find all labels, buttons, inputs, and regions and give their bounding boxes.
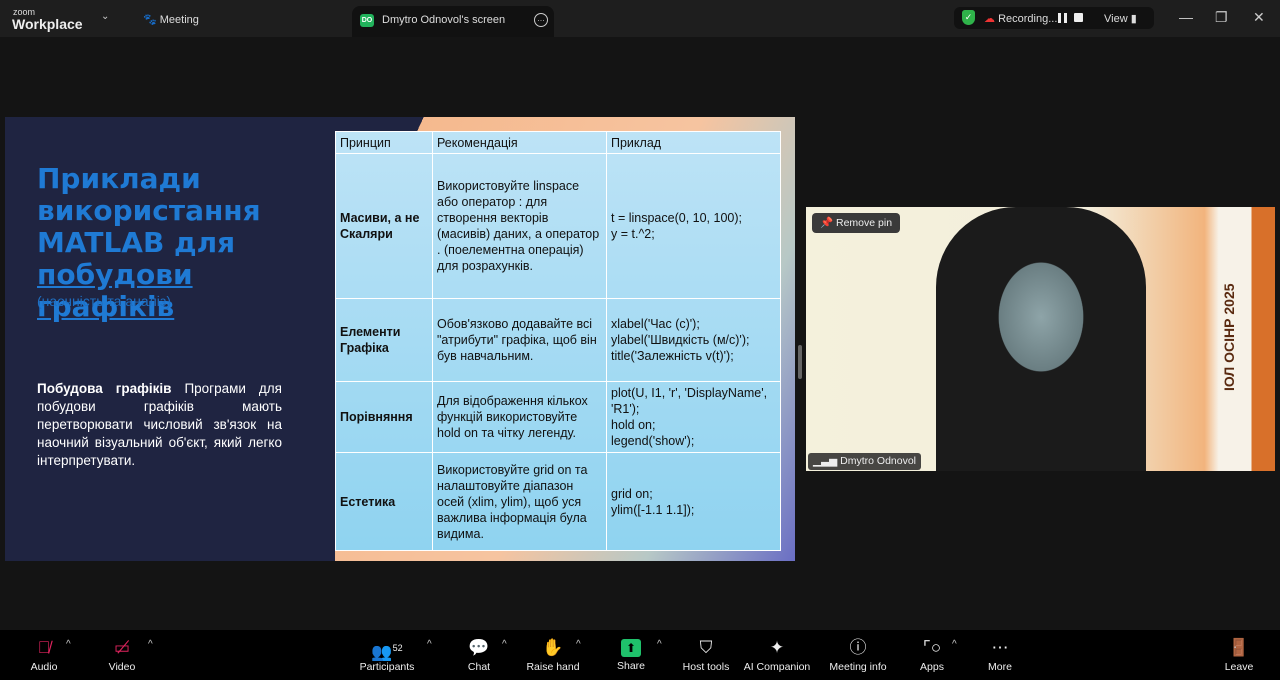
- video-button[interactable]: ▭̸ Video: [100, 630, 144, 680]
- zoom-logo-workplace: Workplace: [12, 16, 83, 32]
- more-dots-icon: ⋯: [991, 638, 1009, 657]
- recommendation-cell: Використовуйте grid on та налаштовуйте д…: [432, 452, 607, 551]
- raise-hand-button[interactable]: ✋ Raise hand: [524, 630, 582, 680]
- principle-cell: Масиви, а не Скаляри: [335, 153, 433, 299]
- meeting-label: Meeting: [159, 14, 199, 26]
- screen-share-tab[interactable]: DO Dmytro Odnovol's screen …: [352, 6, 554, 37]
- background-banner: ІОЛ ОСІНР 2025: [1221, 283, 1237, 391]
- table-row: Порівняння Для відображення кількох функ…: [335, 381, 781, 453]
- meeting-tab[interactable]: 🐾 Meeting: [143, 13, 199, 26]
- participants-options-caret[interactable]: ^: [427, 639, 432, 650]
- column-header: Приклад: [606, 131, 781, 154]
- apps-options-caret[interactable]: ^: [952, 639, 957, 650]
- more-button[interactable]: ⋯ More: [982, 630, 1018, 680]
- view-button[interactable]: View ▮: [1104, 12, 1137, 25]
- recording-label: ☁ Recording...: [984, 13, 1058, 25]
- info-icon: ⓘ: [849, 638, 867, 657]
- audio-button[interactable]: 🎙̸ Audio: [22, 630, 66, 680]
- apps-button[interactable]: ⌜○ Apps: [915, 630, 949, 680]
- close-button[interactable]: ✕: [1253, 9, 1265, 26]
- app-menu-chevron-down-icon[interactable]: ⌄: [101, 11, 109, 22]
- participants-icon: 👥52: [371, 642, 403, 662]
- apps-icon: ⌜○: [922, 638, 942, 657]
- maximize-button[interactable]: ❐: [1215, 9, 1228, 26]
- example-cell: plot(U, I1, 'r', 'DisplayName', 'R1'); hol…: [606, 381, 781, 453]
- example-cell: grid on; ylim([-1.1 1.1]);: [606, 452, 781, 551]
- meeting-info-button[interactable]: ⓘ Meeting info: [826, 630, 890, 680]
- raise-hand-options-caret[interactable]: ^: [576, 639, 581, 650]
- leave-button[interactable]: 🚪 Leave: [1222, 630, 1256, 680]
- principle-cell: Естетика: [335, 452, 433, 551]
- video-off-icon: ▭̸: [113, 638, 131, 657]
- slide-subtitle: (наочність та аналіз): [37, 293, 171, 309]
- recommendation-cell: Для відображення кількох функцій викорис…: [432, 381, 607, 453]
- minimize-button[interactable]: —: [1179, 9, 1193, 25]
- participant-video-tile[interactable]: ІОЛ ОСІНР 2025 📌 Remove pin ▁▃▅ Dmytro O…: [806, 207, 1275, 471]
- chat-options-caret[interactable]: ^: [502, 639, 507, 650]
- remove-pin-button[interactable]: 📌 Remove pin: [812, 213, 901, 233]
- ai-companion-button[interactable]: ✦ AI Companion: [742, 630, 812, 680]
- share-arrow-icon: ⬆: [621, 639, 641, 657]
- participant-name-label: ▁▃▅ Dmytro Odnovol: [808, 453, 922, 470]
- pause-recording-button[interactable]: [1058, 13, 1067, 23]
- more-options-icon[interactable]: …: [534, 13, 548, 27]
- leave-door-icon: 🚪: [1228, 638, 1250, 657]
- participants-button[interactable]: 👥52 Participants: [355, 630, 419, 680]
- recommendation-cell: Використовуйте linspace або оператор : д…: [432, 153, 607, 299]
- muted-microphone-icon: 🎙̸: [37, 638, 51, 657]
- participant-video-feed: [936, 207, 1146, 471]
- paw-icon: 🐾: [143, 14, 157, 26]
- recommendation-cell: Обов'язково додавайте всі "атрибути" гра…: [432, 298, 607, 382]
- shared-slide: Приклади використання MATLAB для побудови …: [5, 117, 795, 561]
- principle-cell: Порівняння: [335, 381, 433, 453]
- security-shield-icon[interactable]: ✓: [962, 10, 975, 25]
- cloud-record-icon: ☁: [984, 13, 995, 25]
- meeting-toolbar: 🎙̸ Audio ^ ▭̸ Video ^ 👥52 Participants ^ 💬 C…: [0, 630, 1280, 680]
- principle-cell: Елементи Графіка: [335, 298, 433, 382]
- share-button[interactable]: ⬆ Share: [612, 630, 650, 680]
- chat-button[interactable]: 💬 Chat: [460, 630, 498, 680]
- column-header: Рекомендація: [432, 131, 607, 154]
- pin-icon: 📌: [820, 217, 834, 229]
- chat-icon: 💬: [468, 638, 490, 657]
- tab-label: Dmytro Odnovol's screen: [382, 14, 506, 26]
- audio-options-caret[interactable]: ^: [66, 639, 71, 650]
- example-cell: xlabel('Час (с)'); ylabel('Швидкість (м/с…: [606, 298, 781, 382]
- signal-strength-icon: ▁▃▅: [813, 455, 838, 467]
- slide-body-text: Побудова графіків Програми для побудови …: [37, 381, 282, 468]
- share-options-caret[interactable]: ^: [657, 639, 662, 650]
- hand-icon: ✋: [542, 638, 564, 657]
- title-bar: zoom Workplace ⌄ 🐾 Meeting DO Dmytro Odn…: [0, 0, 1280, 37]
- table-row: Масиви, а не Скаляри Використовуйте lins…: [335, 153, 781, 299]
- principles-table: Принцип Рекомендація Приклад Масиви, а н…: [335, 131, 781, 551]
- example-cell: t = linspace(0, 10, 100); y = t.^2;: [606, 153, 781, 299]
- column-header: Принцип: [335, 131, 433, 154]
- slide-left-panel: Приклади використання MATLAB для побудови …: [5, 117, 335, 561]
- video-options-caret[interactable]: ^: [148, 639, 153, 650]
- sparkle-icon: ✦: [769, 638, 785, 657]
- table-header-row: Принцип Рекомендація Приклад: [335, 131, 781, 154]
- share-avatar-icon: DO: [360, 14, 374, 27]
- slide-title-link: побудови графіків: [37, 258, 193, 323]
- host-tools-button[interactable]: ⛉ Host tools: [680, 630, 732, 680]
- shield-icon: ⛉: [699, 638, 713, 657]
- stop-recording-button[interactable]: [1074, 13, 1083, 22]
- table-row: Естетика Використовуйте grid on та налаш…: [335, 452, 781, 551]
- table-row: Елементи Графіка Обов'язково додавайте в…: [335, 298, 781, 382]
- recording-status-bar: ✓ ☁ Recording... View ▮: [954, 7, 1154, 29]
- split-resize-handle[interactable]: [798, 345, 802, 379]
